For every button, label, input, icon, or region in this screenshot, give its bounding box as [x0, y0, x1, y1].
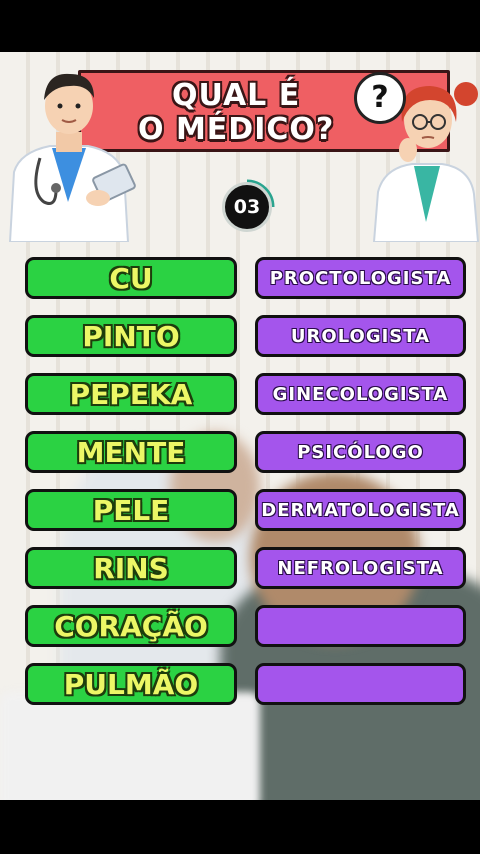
specialist-label: UROLOGISTA	[290, 325, 431, 347]
body-part-label: PEPEKA	[69, 377, 193, 411]
body-part-pill[interactable]: PELE	[25, 489, 237, 531]
body-part-pill[interactable]: PULMÃO	[25, 663, 237, 705]
body-part-pill[interactable]: MENTE	[25, 431, 237, 473]
body-part-label: PINTO	[82, 319, 180, 353]
body-part-label: PULMÃO	[63, 667, 199, 701]
title-line-1: QUAL É	[172, 78, 301, 113]
title-line-2: O MÉDICO?	[138, 112, 335, 147]
background-desk-blur	[0, 692, 260, 800]
specialist-label: DERMATOLOGISTA	[261, 499, 460, 521]
specialist-pill[interactable]: DERMATOLOGISTA	[255, 489, 466, 531]
body-part-pill[interactable]: RINS	[25, 547, 237, 589]
body-part-label: CORAÇÃO	[54, 609, 208, 643]
body-part-pill[interactable]: CU	[25, 257, 237, 299]
body-part-label: MENTE	[76, 435, 186, 469]
countdown-timer: 03	[222, 182, 272, 232]
bottom-letterbox	[0, 800, 480, 854]
specialist-label: PSICÓLOGO	[297, 441, 424, 463]
body-part-label: RINS	[93, 551, 169, 585]
specialist-pill[interactable]: GINECOLOGISTA	[255, 373, 466, 415]
specialist-label: GINECOLOGISTA	[272, 383, 449, 405]
body-part-pill[interactable]: PINTO	[25, 315, 237, 357]
specialist-pill-empty[interactable]	[255, 605, 466, 647]
specialist-pill[interactable]: NEFROLOGISTA	[255, 547, 466, 589]
specialist-pill[interactable]: PSICÓLOGO	[255, 431, 466, 473]
specialist-pill-empty[interactable]	[255, 663, 466, 705]
specialist-label: PROCTOLOGISTA	[269, 267, 452, 289]
top-letterbox	[0, 0, 480, 52]
male-doctor-illustration	[8, 73, 136, 242]
specialist-pill[interactable]: PROCTOLOGISTA	[255, 257, 466, 299]
body-part-label: PELE	[92, 493, 170, 527]
specialist-pill[interactable]: UROLOGISTA	[255, 315, 466, 357]
specialist-label: NEFROLOGISTA	[277, 557, 444, 579]
body-part-pill[interactable]: CORAÇÃO	[25, 605, 237, 647]
body-part-pill[interactable]: PEPEKA	[25, 373, 237, 415]
body-part-label: CU	[109, 261, 153, 295]
